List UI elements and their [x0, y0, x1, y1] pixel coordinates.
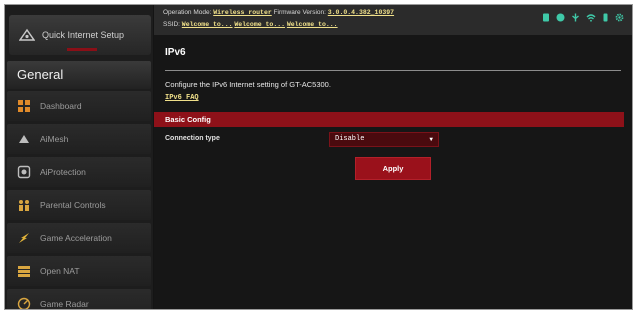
sidebar-item-label: AiMesh [40, 134, 69, 144]
sidebar-item-open-nat[interactable]: Open NAT [7, 256, 151, 286]
operation-mode-link[interactable]: Wireless router [213, 9, 272, 16]
main-panel: Operation Mode: Wireless router Firmware… [154, 5, 632, 309]
connection-type-value: Disable [335, 135, 365, 143]
sidebar-item-label: Dashboard [40, 101, 82, 111]
ssid-link[interactable]: Welcome to... [182, 21, 233, 28]
sidebar-item-game-acceleration[interactable]: Game Acceleration [7, 223, 151, 253]
connection-type-select[interactable]: Disable ▼ [329, 132, 439, 147]
title-divider [165, 70, 621, 71]
globe-icon[interactable] [556, 13, 565, 22]
sidebar-item-parental-controls[interactable]: Parental Controls [7, 190, 151, 220]
quick-internet-setup-button[interactable]: Quick Internet Setup [9, 15, 151, 55]
usb-icon[interactable] [571, 13, 580, 22]
apply-button[interactable]: Apply [355, 157, 431, 180]
sidebar-item-aimesh[interactable]: AiMesh [7, 124, 151, 154]
section-title-general: General [7, 61, 151, 89]
quick-setup-indicator [67, 48, 97, 51]
connection-type-row: Connection type Disable ▼ [154, 130, 624, 150]
status-header: Operation Mode: Wireless router Firmware… [154, 5, 632, 35]
quick-setup-label: Quick Internet Setup [42, 30, 125, 40]
page-description: Configure the IPv6 Internet setting of G… [165, 80, 331, 89]
operation-mode-label: Operation Mode: [163, 9, 212, 16]
router-admin-window: Quick Internet Setup General Dashboard A… [4, 4, 633, 310]
sidebar-item-label: Open NAT [40, 266, 80, 276]
sidebar-item-label: Game Acceleration [40, 233, 112, 243]
connection-type-label: Connection type [165, 135, 220, 142]
game-radar-icon [17, 297, 31, 309]
sidebar-item-dashboard[interactable]: Dashboard [7, 91, 151, 121]
chevron-down-icon: ▼ [429, 136, 433, 143]
sidebar-item-label: Parental Controls [40, 200, 106, 210]
firmware-label: Firmware Version: [273, 9, 326, 16]
firmware-version-link[interactable]: 3.0.0.4.382_10397 [328, 9, 394, 16]
ssid-link[interactable]: Welcome to... [287, 21, 338, 28]
wifi-icon[interactable] [586, 13, 596, 22]
ipv6-content: IPv6 Configure the IPv6 Internet setting… [154, 35, 632, 309]
ssid-label: SSID: [163, 21, 180, 28]
open-nat-icon [18, 266, 30, 277]
sidebar-item-label: AiProtection [40, 167, 86, 177]
aimesh-icon [19, 135, 29, 143]
status-icons [542, 13, 624, 22]
wan-status-icon[interactable] [542, 13, 550, 22]
sidebar-item-label: Game Radar [40, 299, 89, 309]
sidebar-nav: Dashboard AiMesh AiProtection Parental C… [7, 91, 151, 309]
ssid-link[interactable]: Welcome to... [234, 21, 285, 28]
basic-config-header: Basic Config [154, 112, 624, 127]
game-acceleration-icon [19, 233, 29, 243]
ipv6-faq-link[interactable]: IPv6 FAQ [165, 94, 199, 102]
status-line-ssid: SSID: Welcome to... Welcome to... Welcom… [163, 21, 338, 28]
sidebar-item-game-radar[interactable]: Game Radar [7, 289, 151, 309]
dashboard-icon [18, 100, 30, 112]
parental-controls-icon [19, 200, 29, 211]
aiprotection-icon [17, 165, 31, 179]
sidebar-item-aiprotection[interactable]: AiProtection [7, 157, 151, 187]
quick-setup-icon [19, 28, 35, 41]
page-title: IPv6 [165, 47, 186, 58]
gear-icon[interactable] [615, 13, 624, 22]
user-icon[interactable] [602, 13, 609, 22]
sidebar: Quick Internet Setup General Dashboard A… [5, 5, 153, 309]
status-line-operation: Operation Mode: Wireless router Firmware… [163, 9, 394, 16]
